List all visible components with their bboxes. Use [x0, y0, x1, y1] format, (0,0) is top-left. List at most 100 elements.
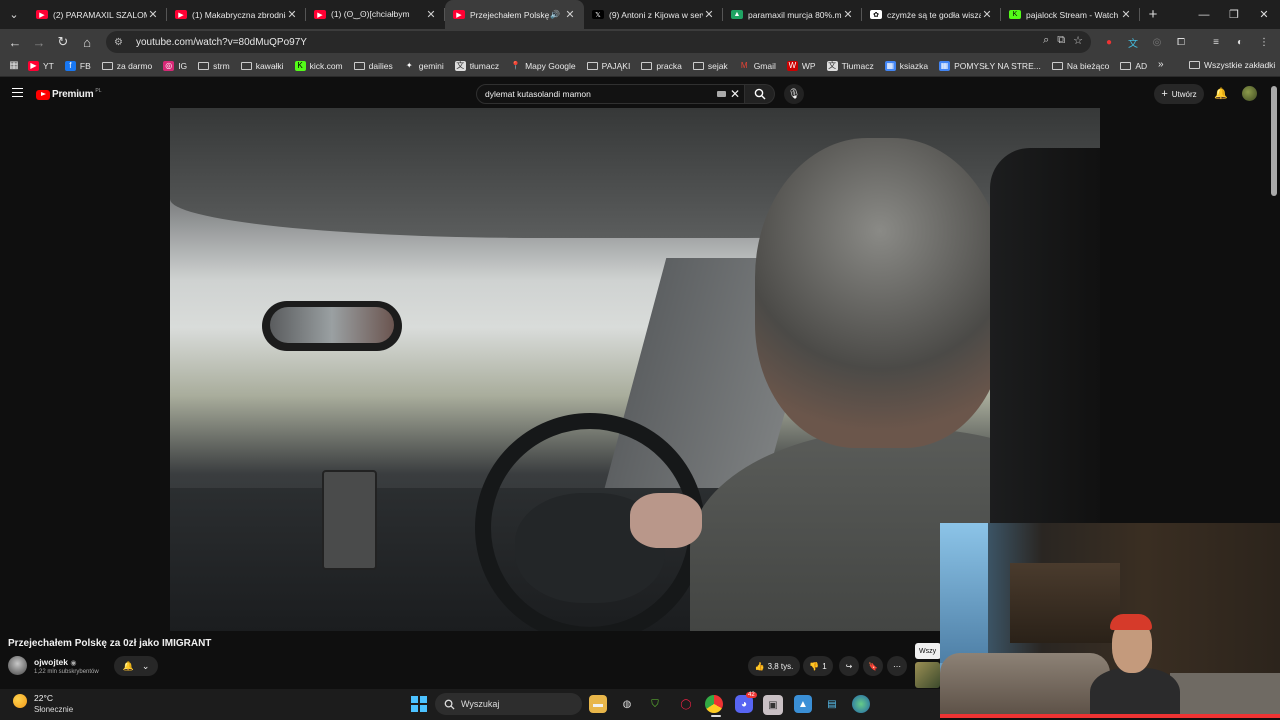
search-input[interactable]: dylemat kutasolandi mamon ✕: [476, 84, 745, 104]
youtube-logo[interactable]: Premium PL: [36, 88, 102, 100]
taskbar-app-icon[interactable]: ◍: [618, 695, 636, 713]
bookmark-item[interactable]: 文 Tłumacz: [826, 60, 874, 71]
taskbar-search-input[interactable]: Wyszukaj: [435, 693, 582, 715]
extensions-puzzle-icon[interactable]: ⧠: [1173, 34, 1189, 50]
file-explorer-icon[interactable]: ▬: [589, 695, 607, 713]
more-bookmarks-button[interactable]: »: [1158, 59, 1164, 70]
photos-icon[interactable]: ▲: [794, 695, 812, 713]
bookmark-item[interactable]: 📍 Mapy Google: [510, 61, 576, 71]
bookmark-item[interactable]: ▦ ksiazka: [884, 60, 928, 71]
notepad-icon[interactable]: ▤: [823, 695, 841, 713]
reload-button[interactable]: ↻: [51, 30, 75, 54]
close-window-button[interactable]: ✕: [1248, 0, 1280, 29]
bookmark-item[interactable]: W WP: [786, 60, 816, 71]
bookmark-item[interactable]: ▦ POMYSŁY NA STRE...: [939, 60, 1041, 71]
tab-close-icon[interactable]: ✕: [286, 8, 298, 21]
tab-4[interactable]: 𝕏 (9) Antoni z Kijowa w serw ✕: [584, 0, 723, 29]
all-bookmarks-button[interactable]: Wszystkie zakładki: [1189, 60, 1275, 70]
bookmark-item[interactable]: AD: [1120, 61, 1147, 71]
youtube-icon: ▶: [36, 10, 48, 19]
search-button[interactable]: [745, 84, 775, 104]
bookmark-star-icon[interactable]: ☆: [1073, 34, 1083, 47]
back-button[interactable]: ←: [3, 30, 27, 54]
home-button[interactable]: ⌂: [75, 30, 99, 54]
subscribed-button[interactable]: 🔔 ⌄: [114, 656, 158, 676]
menu-kebab-icon[interactable]: ⋮: [1256, 34, 1272, 50]
address-bar[interactable]: ⚙ youtube.com/watch?v=80dMuQPo97Y ⌕ ⧉ ☆: [106, 31, 1091, 53]
bookmark-item[interactable]: pracka: [641, 61, 682, 71]
recommended-thumbnail[interactable]: [915, 662, 940, 688]
tab-2[interactable]: ▶ (1) (ʘ‿ʘ)[chciałbym ✕: [306, 0, 445, 29]
clear-search-icon[interactable]: ✕: [730, 87, 740, 101]
translate-extension-icon[interactable]: 文: [1125, 34, 1141, 50]
tab-0[interactable]: ▶ (2) PARAMAXIL SZALOM ✕: [28, 0, 167, 29]
bookmark-item[interactable]: strm: [198, 61, 230, 71]
app-icon[interactable]: ▣: [763, 695, 783, 715]
taskbar-search-placeholder: Wyszukaj: [461, 699, 500, 709]
bookmark-item[interactable]: 文 tłumacz: [454, 60, 499, 71]
profile-icon[interactable]: ◐: [1232, 34, 1248, 50]
bookmark-item[interactable]: PAJĄKI: [586, 61, 630, 71]
channel-name[interactable]: ojwojtek ◉: [34, 657, 77, 667]
search-page-icon[interactable]: ⌕: [1043, 34, 1049, 47]
bookmark-label: za darmo: [116, 60, 153, 71]
forward-button[interactable]: →: [27, 30, 51, 54]
tab-search-chevron-icon[interactable]: ⌄: [0, 0, 28, 29]
bookmark-item[interactable]: Na bieżąco: [1051, 61, 1109, 71]
opera-icon[interactable]: ◯: [677, 695, 695, 713]
bookmark-item[interactable]: kawałki: [240, 61, 284, 71]
new-tab-button[interactable]: +: [1140, 6, 1166, 23]
filter-chip-all[interactable]: Wszy: [915, 643, 941, 659]
record-extension-icon[interactable]: ●: [1101, 34, 1117, 50]
bookmark-item[interactable]: ◎ IG: [163, 60, 187, 71]
bookmark-item[interactable]: sejak: [692, 61, 728, 71]
more-actions-button[interactable]: ⋯: [887, 656, 907, 676]
tab-7[interactable]: Kpajalock Stream - Watch ✕: [1001, 0, 1140, 29]
install-app-icon[interactable]: ⧉: [1057, 34, 1065, 47]
shield-app-icon[interactable]: ⛉: [646, 695, 664, 713]
tab-close-icon[interactable]: ✕: [564, 8, 576, 21]
weather-sun-icon[interactable]: [13, 694, 27, 708]
tab-1[interactable]: ▶ (1) Makabryczna zbrodnia ✕: [167, 0, 306, 29]
save-button[interactable]: 🔖: [863, 656, 883, 676]
tab-5[interactable]: ▲ paramaxil murcja 80%.mp ✕: [723, 0, 862, 29]
share-button[interactable]: ↪: [839, 656, 859, 676]
notifications-bell-icon[interactable]: 🔔: [1214, 87, 1228, 100]
bookmark-item[interactable]: M Gmail: [739, 61, 776, 71]
bookmark-item[interactable]: za darmo: [101, 60, 153, 71]
tab-audio-icon[interactable]: 🔊: [550, 10, 560, 19]
tab-close-icon[interactable]: ✕: [703, 8, 715, 21]
tab-close-icon[interactable]: ✕: [1120, 8, 1132, 21]
chrome-icon[interactable]: [705, 695, 723, 713]
windows-start-icon[interactable]: [411, 696, 427, 712]
weather-description[interactable]: Słonecznie: [34, 705, 73, 714]
tab-3[interactable]: ▶ Przejechałem Polskę z 🔊 ✕: [445, 0, 584, 29]
media-control-icon[interactable]: ≡: [1208, 34, 1224, 50]
page-scrollbar[interactable]: [1271, 86, 1277, 196]
account-avatar[interactable]: [1242, 86, 1257, 101]
tab-close-icon[interactable]: ✕: [425, 8, 437, 21]
bookmark-item[interactable]: dailies: [353, 61, 393, 71]
tab-close-icon[interactable]: ✕: [981, 8, 993, 21]
minimize-button[interactable]: —: [1188, 0, 1220, 29]
tab-6[interactable]: ✿ czymże są te godła wiszą ✕: [862, 0, 1001, 29]
tab-close-icon[interactable]: ✕: [842, 8, 854, 21]
channel-avatar[interactable]: [8, 656, 27, 675]
bookmark-item[interactable]: f FB: [64, 60, 91, 71]
site-info-icon[interactable]: ⚙: [114, 37, 128, 48]
apps-grid-icon[interactable]: ▦: [0, 60, 28, 71]
menu-hamburger-icon[interactable]: [12, 88, 23, 97]
globe-app-icon[interactable]: [852, 695, 870, 713]
create-button[interactable]: + Utwórz: [1154, 84, 1204, 104]
weather-temperature[interactable]: 22°C: [34, 693, 53, 703]
keyboard-icon[interactable]: [717, 91, 726, 97]
bookmark-item[interactable]: ▶ YT: [28, 60, 54, 71]
extension-icon[interactable]: ◎: [1149, 34, 1165, 50]
like-button[interactable]: 👍 3,8 tys.: [748, 656, 800, 676]
bookmark-item[interactable]: Kkick.com: [294, 60, 343, 71]
voice-search-button[interactable]: 🎙: [784, 84, 804, 104]
bookmark-item[interactable]: ✦ gemini: [404, 61, 444, 71]
restore-button[interactable]: ❐: [1218, 0, 1250, 29]
dislike-button[interactable]: 👎 1: [803, 656, 833, 676]
tab-close-icon[interactable]: ✕: [147, 8, 159, 21]
